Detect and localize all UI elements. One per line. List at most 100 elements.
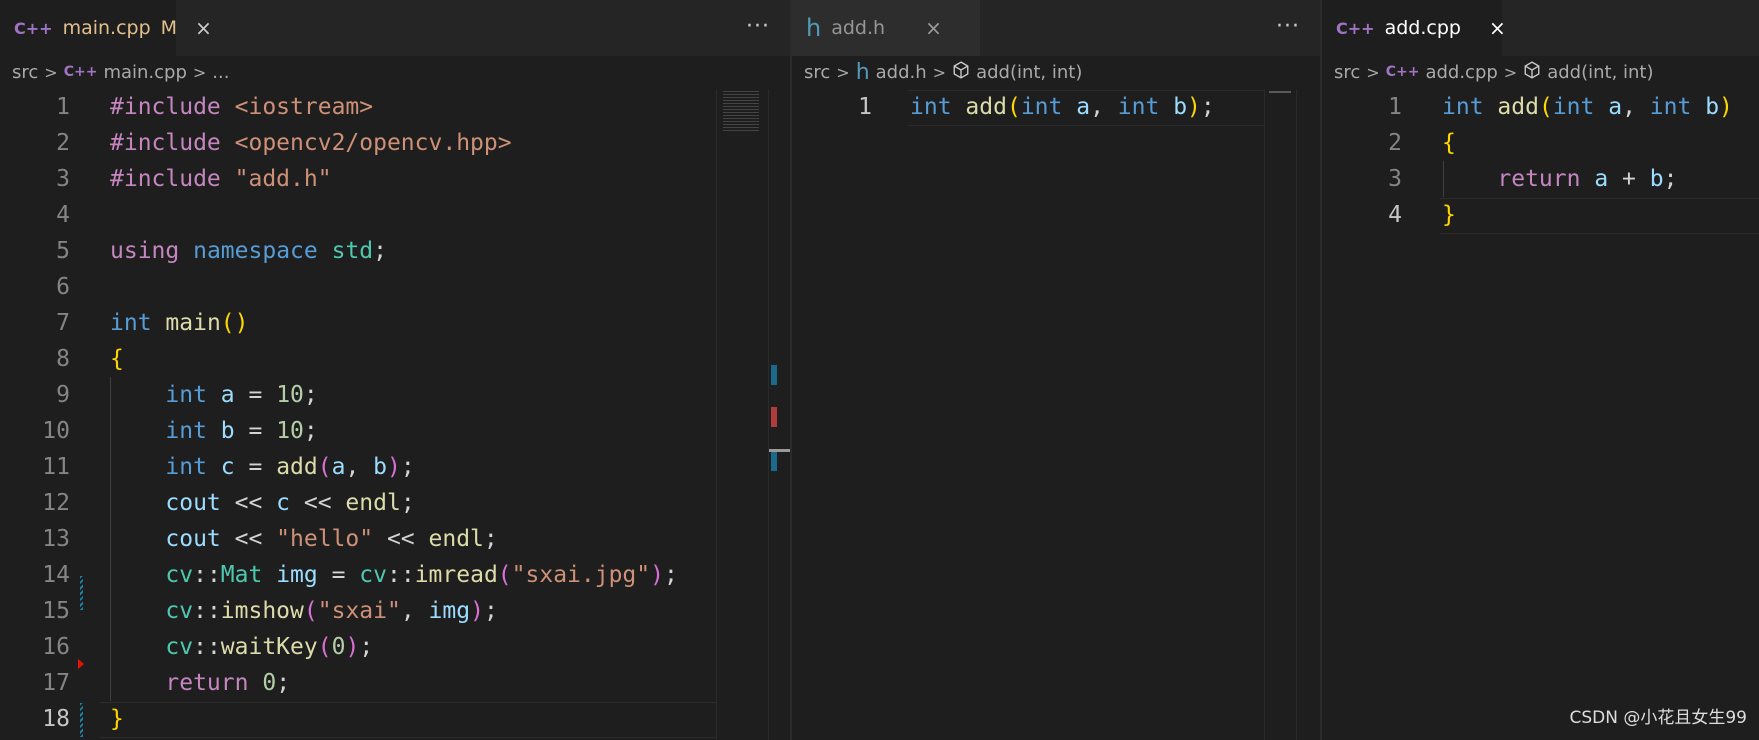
line-number: 10	[42, 418, 70, 444]
code-area[interactable]: 1 int add(int a, int b);	[792, 89, 1320, 740]
overview-error-mark	[771, 407, 777, 427]
chevron-right-icon: >	[192, 62, 207, 82]
line-number: 7	[56, 310, 70, 336]
close-icon[interactable]: ×	[925, 16, 942, 40]
line-number: 17	[42, 670, 70, 696]
code-line: cv::Mat img = cv::imread("sxai.jpg");	[165, 562, 678, 588]
line-number: 1	[56, 94, 70, 120]
line-number: 14	[42, 562, 70, 588]
code-area[interactable]: 1 #include <iostream> 2 #include <opencv2/…	[0, 89, 790, 740]
code-line: int main()	[110, 310, 249, 336]
code-line: cout << "hello" << endl;	[165, 526, 498, 552]
code-line: #include <iostream>	[110, 94, 374, 120]
tab-bar: C++ main.cpp M × ···	[0, 0, 790, 57]
cpp-file-icon: C++	[1336, 18, 1375, 38]
modified-badge: M	[160, 17, 178, 39]
line-number: 6	[56, 274, 70, 300]
line-number: 3	[1388, 166, 1402, 192]
line-number: 3	[56, 166, 70, 192]
line-number: 4	[56, 202, 70, 228]
line-number: 13	[42, 526, 70, 552]
line-number: 8	[56, 346, 70, 372]
watermark: CSDN @小花且女生99	[1569, 708, 1747, 728]
line-number: 1	[1388, 94, 1402, 120]
minimap-content	[1269, 91, 1291, 93]
breadcrumb: src > C++ add.cpp > add(int, int)	[1322, 56, 1759, 88]
code-line: cv::waitKey(0);	[165, 634, 374, 660]
breadcrumb-file[interactable]: add.cpp	[1425, 62, 1497, 83]
code-area[interactable]: 1 int add(int a, int b) 2 { 3 return a + b…	[1322, 89, 1759, 740]
code-line: }	[1442, 202, 1456, 228]
code-line: int c = add(a, b);	[165, 454, 415, 480]
close-icon[interactable]: ×	[1489, 16, 1506, 40]
line-number: 5	[56, 238, 70, 264]
code-line: {	[110, 346, 124, 372]
minimap[interactable]	[716, 89, 769, 740]
chevron-right-icon: >	[1503, 62, 1518, 82]
editor-add-h[interactable]: h add.h × ··· src > h add.h > add(int, i…	[792, 0, 1320, 740]
header-file-icon: h	[806, 14, 822, 42]
breadcrumb-symbol[interactable]: add(int, int)	[976, 62, 1082, 83]
chevron-right-icon: >	[932, 62, 947, 82]
breadcrumb-folder[interactable]: src	[12, 62, 38, 83]
overview-modified-mark	[771, 365, 777, 385]
breadcrumb-file[interactable]: main.cpp	[103, 62, 186, 83]
line-number: 16	[42, 634, 70, 660]
line-number: 9	[56, 382, 70, 408]
code-line: cout << c << endl;	[165, 490, 415, 516]
editor-main-cpp[interactable]: C++ main.cpp M × ··· src > C++ main.cpp …	[0, 0, 790, 740]
editor-add-cpp[interactable]: C++ add.cpp × src > C++ add.cpp > add(in…	[1322, 0, 1759, 740]
line-number: 2	[56, 130, 70, 156]
breadcrumb-symbol[interactable]: add(int, int)	[1547, 62, 1653, 83]
breadcrumb-folder[interactable]: src	[804, 62, 830, 83]
cpp-file-icon: C++	[1385, 64, 1420, 80]
scroll-cursor-mark	[769, 449, 790, 452]
code-line: int b = 10;	[165, 418, 318, 444]
code-line: int add(int a, int b);	[910, 94, 1215, 120]
cpp-file-icon: C++	[14, 18, 53, 38]
line-number: 11	[42, 454, 70, 480]
line-number: 12	[42, 490, 70, 516]
tab-main-cpp[interactable]: C++ main.cpp M ×	[0, 0, 212, 56]
line-number: 1	[858, 94, 872, 120]
overview-modified-mark	[771, 451, 777, 471]
tab-title: main.cpp	[62, 17, 151, 39]
tab-title: add.h	[831, 17, 886, 39]
close-icon[interactable]: ×	[195, 16, 212, 40]
code-line: #include "add.h"	[110, 166, 332, 192]
chevron-right-icon: >	[1366, 62, 1380, 82]
breadcrumb-more[interactable]: ...	[212, 62, 229, 83]
tab-bar: C++ add.cpp ×	[1322, 0, 1759, 57]
code-line: return 0;	[165, 670, 291, 696]
code-line: return a + b;	[1497, 166, 1678, 192]
tab-bar: h add.h × ···	[792, 0, 1320, 57]
tab-add-h[interactable]: h add.h ×	[792, 0, 980, 56]
code-line: cv::imshow("sxai", img);	[165, 598, 498, 624]
cpp-file-icon: C++	[63, 64, 98, 80]
line-number: 15	[42, 598, 70, 624]
code-line: #include <opencv2/opencv.hpp>	[110, 130, 512, 156]
line-number: 18	[42, 706, 70, 732]
code-line: using namespace std;	[110, 238, 387, 264]
minimap-content	[723, 91, 759, 131]
cube-icon	[1523, 60, 1541, 84]
line-number: 2	[1388, 130, 1402, 156]
code-line: int add(int a, int b)	[1442, 94, 1733, 120]
more-actions-icon[interactable]: ···	[746, 14, 770, 39]
breadcrumb-folder[interactable]: src	[1334, 62, 1360, 83]
more-actions-icon[interactable]: ···	[1276, 14, 1300, 39]
breadcrumb: src > C++ main.cpp > ...	[0, 56, 790, 88]
header-file-icon: h	[855, 59, 870, 85]
code-line: }	[110, 706, 124, 732]
breadcrumb: src > h add.h > add(int, int)	[792, 56, 1320, 88]
chevron-right-icon: >	[44, 62, 58, 82]
scrollbar[interactable]	[768, 89, 790, 740]
code-line: {	[1442, 130, 1456, 156]
minimap[interactable]	[1264, 89, 1297, 740]
chevron-right-icon: >	[836, 62, 850, 82]
breadcrumb-file[interactable]: add.h	[876, 62, 927, 83]
scrollbar[interactable]	[1296, 89, 1320, 740]
code-line: int a = 10;	[165, 382, 318, 408]
tab-add-cpp[interactable]: C++ add.cpp ×	[1322, 0, 1506, 56]
cube-icon	[952, 60, 970, 84]
